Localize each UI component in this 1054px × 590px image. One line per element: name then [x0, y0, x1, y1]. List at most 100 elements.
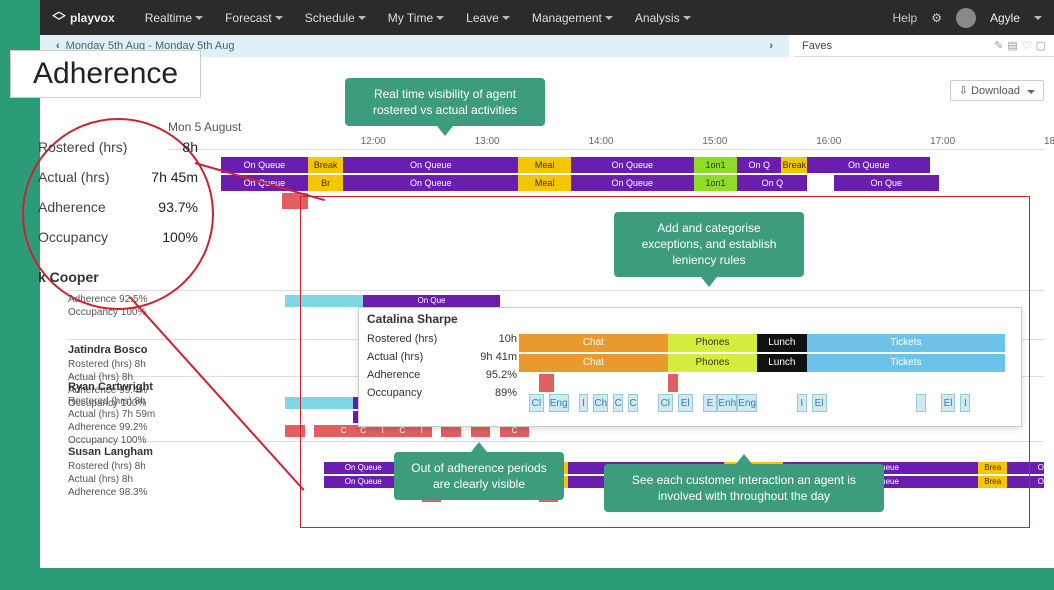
ruler-tick: 16:00 [816, 136, 841, 147]
schedule-segment[interactable]: Phones [668, 354, 757, 372]
agent-catalina-card: Catalina Sharpe Rostered (hrs)10h Actual… [358, 307, 1022, 427]
schedule-segment[interactable]: On Queue [571, 157, 694, 173]
interaction-tag[interactable]: Ch [593, 394, 608, 412]
schedule-segment[interactable]: Phones [668, 334, 757, 352]
interaction-tag[interactable]: Eng [737, 394, 757, 412]
chevron-down-icon[interactable] [1034, 16, 1042, 20]
interaction-tag[interactable]: E [703, 394, 718, 412]
agent-name-heading: k Cooper [38, 264, 198, 290]
nav-item-forecast[interactable]: Forecast [217, 11, 291, 25]
schedule-segment[interactable]: 1on1 [694, 157, 738, 173]
schedule-segment[interactable]: On Queue [1007, 476, 1044, 488]
brand-logo[interactable]: playvox [52, 11, 115, 25]
username[interactable]: Agyle [990, 11, 1020, 25]
schedule-segment[interactable] [285, 295, 363, 307]
schedule-segment[interactable]: On Queue [807, 157, 930, 173]
chevron-down-icon [502, 16, 510, 20]
schedule-segment[interactable]: On Queue [221, 157, 309, 173]
nav-item-analysis[interactable]: Analysis [627, 11, 699, 25]
chevron-down-icon [1027, 90, 1035, 94]
schedule-segment[interactable]: On Queue [1007, 462, 1044, 474]
schedule-segment[interactable]: On Q [737, 175, 807, 191]
interaction-tag[interactable]: C [628, 394, 638, 412]
schedule-segment[interactable]: 1on1 [694, 175, 738, 191]
callout-out-of-adherence: Out of adherence periods are clearly vis… [394, 452, 564, 500]
schedule-segment[interactable]: On Q [737, 157, 781, 173]
interaction-tag[interactable]: El [812, 394, 827, 412]
schedule-segment[interactable]: Lunch [757, 334, 807, 352]
avatar[interactable] [956, 8, 976, 28]
schedule-segment[interactable]: On Queue [343, 157, 518, 173]
nav-item-schedule[interactable]: Schedule [297, 11, 374, 25]
val-adherence: 93.7% [158, 194, 198, 220]
heart-icon[interactable]: ♡ [1022, 39, 1032, 52]
interaction-tag[interactable]: I [579, 394, 589, 412]
lbl-occupancy: Occupancy [38, 224, 108, 250]
schedule-segment[interactable]: Tickets [807, 354, 1005, 372]
schedule-segment[interactable]: On Queue [221, 175, 309, 191]
interaction-tag[interactable]: Cl [658, 394, 673, 412]
schedule-segment[interactable] [668, 374, 678, 392]
interaction-tag[interactable]: Enh [717, 394, 737, 412]
schedule-segment[interactable]: On Queue [324, 462, 402, 474]
schedule-segment[interactable]: Break [308, 157, 343, 173]
nav-item-my-time[interactable]: My Time [380, 11, 452, 25]
interaction-tag[interactable] [916, 394, 926, 412]
schedule-segment[interactable]: Lunch [757, 354, 807, 372]
schedule-segment[interactable]: Meal [518, 175, 571, 191]
schedule-segment[interactable] [285, 425, 305, 437]
schedule-segment[interactable]: Tickets [807, 334, 1005, 352]
chevron-down-icon [683, 16, 691, 20]
schedule-segment[interactable]: On Queue [343, 175, 518, 191]
nav-item-leave[interactable]: Leave [458, 11, 518, 25]
schedule-segment[interactable]: C [334, 425, 354, 437]
time-ruler: 12:0013:0014:0015:0016:0017:0018:00 [168, 136, 1044, 150]
gear-icon[interactable]: ⚙ [931, 11, 942, 25]
download-icon: ⇩ [959, 85, 968, 97]
interaction-tag[interactable]: El [941, 394, 956, 412]
interaction-tag[interactable]: El [678, 394, 693, 412]
schedule-segment[interactable]: Break [781, 157, 807, 173]
nav-item-realtime[interactable]: Realtime [137, 11, 211, 25]
schedule-track: On QueueBrOn QueueMealOn Queue1on1On QOn… [168, 175, 1044, 191]
schedule-segment[interactable]: On Queue [571, 175, 694, 191]
faves-label[interactable]: Faves [802, 40, 832, 52]
list-icon[interactable]: ▤ [1007, 39, 1017, 52]
download-button[interactable]: ⇩ Download [950, 80, 1044, 101]
schedule-segment[interactable]: On Que [834, 175, 939, 191]
chevron-right-icon[interactable]: › [763, 40, 779, 52]
chevron-down-icon [436, 16, 444, 20]
interaction-tag[interactable]: Cl [529, 394, 544, 412]
interaction-tag[interactable]: C [613, 394, 623, 412]
schedule-segment[interactable]: Chat [519, 334, 668, 352]
page-title: Adherence [10, 50, 201, 98]
schedule-segment[interactable]: On Que [363, 295, 500, 307]
schedule-segment[interactable]: Chat [519, 354, 668, 372]
schedule-track: ChatPhonesLunchTickets [519, 334, 1015, 352]
schedule-segment[interactable] [285, 397, 353, 409]
schedule-segment[interactable] [282, 193, 308, 209]
schedule-segment[interactable] [539, 374, 554, 392]
ruler-tick: 18:00 [1044, 136, 1054, 147]
decorative-frame-bottom [0, 568, 1054, 590]
schedule-track: On Que [168, 295, 1044, 307]
bookmark-icon[interactable]: ▢ [1036, 39, 1046, 52]
summary-metrics: Rostered (hrs)8h Actual (hrs)7h 45m Adhe… [38, 132, 198, 290]
nav-item-management[interactable]: Management [524, 11, 621, 25]
schedule-segment[interactable]: Brea [978, 476, 1007, 488]
help-link[interactable]: Help [893, 11, 918, 25]
schedule-track: On QueueBreakOn QueueMealOn Queue1on1On … [168, 157, 1044, 173]
interaction-tag[interactable]: Eng [549, 394, 569, 412]
faves-panel: Faves ✎ ▤ ♡ ▢ [794, 35, 1054, 57]
nav-menu: Realtime Forecast Schedule My Time Leave Mana… [137, 11, 699, 25]
ruler-tick: 14:00 [588, 136, 613, 147]
interaction-tag[interactable]: I [797, 394, 807, 412]
schedule-segment[interactable]: Br [308, 175, 343, 191]
pencil-icon[interactable]: ✎ [994, 39, 1003, 52]
schedule-segment[interactable]: Meal [518, 157, 571, 173]
top-navbar: playvox Realtime Forecast Schedule My Time L… [40, 0, 1054, 35]
interaction-tag[interactable]: I [960, 394, 970, 412]
schedule-segment[interactable] [314, 425, 334, 437]
schedule-segment[interactable]: On Queue [324, 476, 402, 488]
schedule-segment[interactable]: Brea [978, 462, 1007, 474]
